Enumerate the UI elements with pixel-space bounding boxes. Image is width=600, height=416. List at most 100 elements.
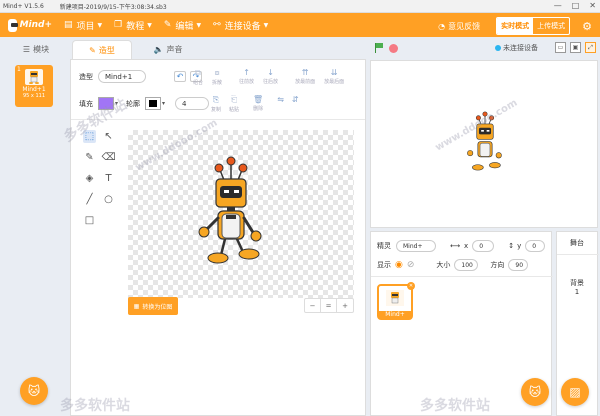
ungroup-button[interactable]: ⧇ 拆散	[212, 68, 222, 86]
close-icon[interactable]: ✕	[407, 282, 415, 290]
paste-icon: ⎗	[230, 95, 238, 104]
realtime-mode-button[interactable]: 实时模式	[497, 18, 534, 34]
file-icon: ▤	[64, 20, 73, 30]
text-tool-icon[interactable]: T	[102, 172, 115, 185]
sprite-name-input[interactable]: Mind+	[396, 240, 436, 252]
minimize-button[interactable]: —	[554, 1, 562, 10]
front-button[interactable]: ⇈ 放最前面	[295, 68, 315, 86]
image-add-icon: ▨	[569, 385, 581, 399]
upload-mode-button[interactable]: 上传模式	[533, 18, 569, 34]
zoom-out-button[interactable]: −	[305, 299, 321, 312]
fill-color-swatch[interactable]	[98, 97, 114, 110]
mode-toggle: 实时模式 上传模式	[496, 17, 571, 35]
stage[interactable]	[370, 60, 598, 228]
direction-input[interactable]: 90	[508, 259, 529, 271]
stop-icon[interactable]	[389, 43, 398, 53]
flip-horizontal-button[interactable]: ⇋	[277, 95, 284, 113]
eye-icon[interactable]: ◉	[395, 260, 403, 270]
arrow-up-icon: ↑	[243, 68, 250, 77]
brush-tool-icon[interactable]: ✎	[83, 151, 96, 164]
menu-tutorial[interactable]: ❐ 教程 ▼	[114, 19, 152, 32]
connection-status[interactable]: 未连接设备	[495, 43, 538, 53]
double-arrow-up-icon: ⇈	[301, 68, 309, 77]
tool-palette: ⬚ ↖ ✎ ⌫ ◈ T ╱ ○ □	[83, 130, 116, 227]
menu-bar: Mind+ ▤ 项目 ▼ ❐ 教程 ▼ ✎ 编辑 ▼ ⚯ 连接设备 ▼ ◔ 意见…	[0, 13, 600, 37]
group-icon: ⧉	[195, 68, 201, 77]
circle-tool-icon[interactable]: ○	[102, 193, 115, 206]
costume-name: Mind+1	[22, 86, 46, 93]
bitmap-icon: ▦	[133, 302, 140, 310]
costume-thumbnail	[25, 69, 43, 85]
costume-name-input[interactable]: Mind+1	[98, 70, 146, 83]
size-label: 大小	[436, 261, 451, 269]
undo-button[interactable]: ↶	[174, 71, 186, 82]
zoom-in-button[interactable]: +	[337, 299, 353, 312]
large-stage-icon[interactable]: ▣	[570, 42, 581, 53]
zoom-reset-button[interactable]: =	[321, 299, 337, 312]
convert-to-bitmap-button[interactable]: ▦ 转换为位图	[128, 297, 178, 315]
paste-button[interactable]: ⎗ 粘贴	[229, 95, 239, 113]
gear-icon[interactable]: ⚙	[582, 20, 592, 33]
sprite-tile[interactable]: ✕ Mind+	[377, 282, 415, 320]
select-tool-icon[interactable]: ⬚	[83, 130, 96, 143]
flip-vertical-button[interactable]: ⇵	[292, 95, 299, 113]
cat-icon: 🐱	[528, 385, 542, 399]
outline-color-swatch[interactable]	[145, 97, 162, 110]
green-flag-icon[interactable]	[374, 43, 384, 53]
trash-icon: 🗑	[253, 95, 264, 104]
speaker-icon: 🔈	[153, 45, 164, 54]
x-input[interactable]: 0	[472, 240, 495, 252]
eraser-tool-icon[interactable]: ⌫	[101, 151, 115, 164]
maximize-button[interactable]: □	[572, 1, 580, 10]
menu-edit[interactable]: ✎ 编辑 ▼	[164, 19, 201, 32]
rectangle-tool-icon[interactable]: □	[83, 214, 96, 227]
costume-item[interactable]: 1 Mind+1 95 x 111	[15, 65, 53, 107]
robot-thumbnail-icon	[391, 292, 399, 304]
sprite-info-panel: 精灵 Mind+ ⟷ x 0 ↕ y 0 显示 ◉ ⊘ 大小 100 方向 90…	[370, 231, 553, 416]
info-divider	[371, 276, 553, 277]
eye-slash-icon[interactable]: ⊘	[407, 260, 415, 270]
costume-size: 95 x 111	[22, 93, 46, 99]
fill-label: 填充	[79, 99, 93, 108]
paint-canvas[interactable]	[128, 130, 354, 298]
choose-backdrop-button[interactable]: ▨	[561, 378, 589, 406]
menu-connect[interactable]: ⚯ 连接设备 ▼	[213, 19, 268, 32]
chevron-down-icon[interactable]: ▾	[162, 100, 165, 107]
backdrop-label: 背景	[570, 279, 584, 287]
sprite-tile-label: Mind+	[379, 311, 411, 318]
close-button[interactable]: ✕	[589, 1, 596, 10]
x-label: x	[464, 242, 469, 250]
back-button[interactable]: ⇊ 放最后面	[324, 68, 344, 86]
tab-blocks[interactable]: ☰ 模块	[6, 40, 66, 59]
arrows-horizontal-icon: ⟷	[450, 242, 461, 250]
fill-tool-icon[interactable]: ◈	[83, 172, 96, 185]
delete-button[interactable]: 🗑 删除	[253, 95, 263, 113]
forward-button[interactable]: ↑ 往前放	[239, 68, 254, 86]
size-input[interactable]: 100	[454, 259, 479, 271]
menu-project[interactable]: ▤ 项目 ▼	[64, 19, 102, 32]
chevron-down-icon: ▼	[196, 21, 202, 29]
cat-icon: 🐱	[27, 384, 41, 398]
small-stage-icon[interactable]: ▭	[555, 42, 566, 53]
choose-costume-button[interactable]: 🐱	[20, 377, 48, 405]
group-button[interactable]: ⧉ 组合	[193, 68, 203, 86]
stage-panel[interactable]: 舞台 背景 1 ▨	[556, 231, 599, 416]
reshape-tool-icon[interactable]: ↖	[102, 130, 115, 143]
chevron-down-icon[interactable]: ▾	[115, 100, 118, 107]
tab-sounds[interactable]: 🔈 声音	[138, 40, 198, 59]
show-label: 显示	[377, 261, 391, 269]
choose-sprite-button[interactable]: 🐱	[521, 378, 549, 406]
copy-button[interactable]: ⎘ 复制	[211, 95, 221, 113]
double-arrow-down-icon: ⇊	[330, 68, 338, 77]
outline-width-input[interactable]: 4	[175, 97, 210, 110]
costume-label: 造型	[79, 72, 93, 81]
fullscreen-icon[interactable]: ⤢	[585, 42, 596, 53]
tab-costumes[interactable]: ✎ 造型	[72, 40, 132, 59]
app-title: Mind+ V1.5.6	[3, 2, 44, 10]
stage-title: 舞台	[570, 239, 584, 247]
line-tool-icon[interactable]: ╱	[83, 193, 96, 206]
y-input[interactable]: 0	[525, 240, 546, 252]
backward-button[interactable]: ↓ 往后放	[263, 68, 278, 86]
feedback-button[interactable]: ◔ 意见反馈	[438, 21, 480, 32]
project-title: 新建项目-2019/9/15-下午3:08:34.sb3	[59, 3, 167, 11]
